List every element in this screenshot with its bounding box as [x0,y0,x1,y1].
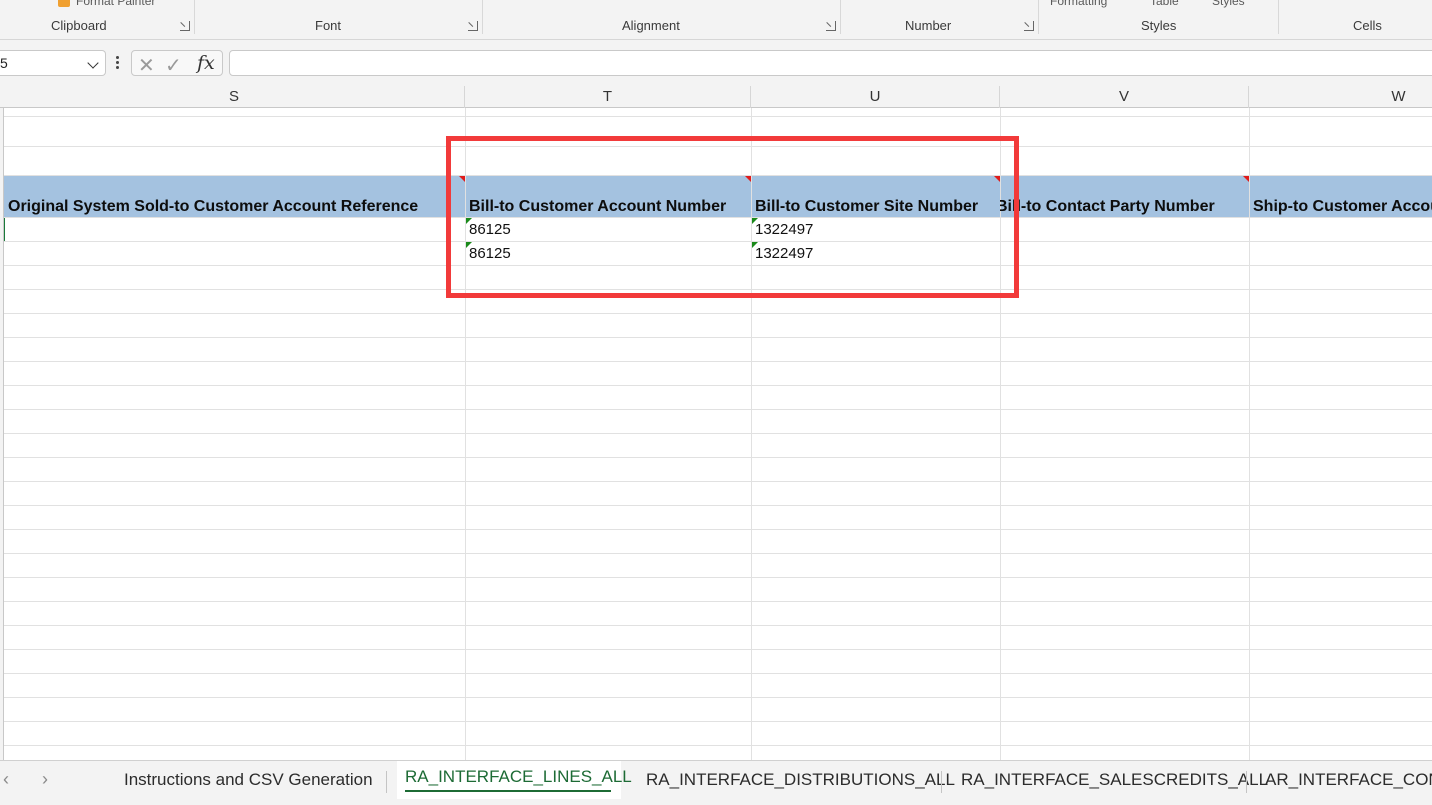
format-painter-button[interactable]: Format Painter [58,0,155,8]
tab-separator [941,771,942,793]
sheet-tab[interactable]: RA_INTERFACE_SALESCREDITS_ALL [953,761,1276,799]
gridline [4,313,1432,314]
group-label-cells: Cells [1353,18,1382,33]
gridline [4,529,1432,530]
gridline [4,361,1432,362]
gridline [4,673,1432,674]
number-launcher-icon[interactable] [1024,21,1034,31]
insert-function-icon[interactable]: fx [197,52,215,74]
chevron-right-icon[interactable]: › [42,769,48,790]
gridline [4,601,1432,602]
cell-styles-button[interactable]: Styles [1212,0,1245,8]
active-cell-indicator [4,217,5,242]
cancel-icon[interactable]: ✕ [138,53,155,78]
formula-bar: 5 ✕ ✓ fx [0,40,1432,86]
column-header-v[interactable]: V [1000,86,1249,108]
tab-separator [386,771,387,793]
sheet-tab[interactable]: RA_INTERFACE_DISTRIBUTIONS_ALL [638,761,963,799]
paintbrush-icon [58,0,70,7]
gridline [4,409,1432,410]
ribbon: Format Painter Formatting Table Styles C… [0,0,1432,40]
formula-input[interactable] [229,50,1432,76]
gridline [4,625,1432,626]
sheet-tab[interactable]: AR_INTERFACE_CONTS_ALL [1257,761,1432,799]
header-cell-v[interactable]: Bill-to Contact Party Number [1000,175,1249,217]
sheet-tab[interactable]: Instructions and CSV Generation [116,761,381,799]
font-launcher-icon[interactable] [468,21,478,31]
column-header-t[interactable]: T [465,86,751,108]
chevron-left-icon[interactable]: ‹ [3,769,9,790]
column-header-u[interactable]: U [751,86,1000,108]
more-options-icon[interactable] [114,54,120,72]
group-separator [840,0,841,34]
highlight-box [446,136,1019,298]
tab-separator [1246,771,1247,793]
column-header-w[interactable]: W [1249,86,1432,108]
gridline [4,457,1432,458]
gridline [4,433,1432,434]
group-separator [482,0,483,34]
column-headers: S T U V W [0,86,1432,108]
group-separator [1278,0,1279,34]
alignment-launcher-icon[interactable] [826,21,836,31]
gridline [4,337,1432,338]
sheet-tab-bar: ‹ › Instructions and CSV Generation RA_I… [0,760,1432,805]
gridline [4,721,1432,722]
header-cell-s[interactable]: Original System Sold-to Customer Account… [4,175,465,217]
header-cell-w[interactable]: Ship-to Customer Account Number [1249,175,1432,217]
format-as-table-button[interactable]: Table [1150,0,1179,8]
column-header-s[interactable]: S [4,86,465,108]
comment-indicator-icon [1242,175,1249,182]
gridline [4,697,1432,698]
formula-controls: ✕ ✓ fx [131,50,223,78]
group-separator [194,0,195,34]
excel-window: Format Painter Formatting Table Styles C… [0,0,1432,805]
group-separator [1038,0,1039,34]
group-label-number: Number [905,18,952,33]
enter-check-icon[interactable]: ✓ [165,53,182,78]
gridline [4,481,1432,482]
chevron-down-icon[interactable] [87,57,99,69]
active-tab-underline [405,790,611,792]
gridline [4,745,1432,746]
name-box-value: 5 [0,55,8,71]
group-label-styles: Styles [1141,18,1177,33]
gridline [4,553,1432,554]
gridline [4,649,1432,650]
group-label-alignment: Alignment [622,18,680,33]
group-label-font: Font [315,18,342,33]
sheet-tab-active[interactable]: RA_INTERFACE_LINES_ALL [397,761,632,799]
gridline [4,577,1432,578]
gridline [4,385,1432,386]
clipboard-launcher-icon[interactable] [180,21,190,31]
gridline [4,505,1432,506]
group-label-clipboard: Clipboard [51,18,107,33]
conditional-formatting-button[interactable]: Formatting [1050,0,1107,8]
name-box[interactable]: 5 [0,50,106,76]
gridline [4,116,1432,117]
